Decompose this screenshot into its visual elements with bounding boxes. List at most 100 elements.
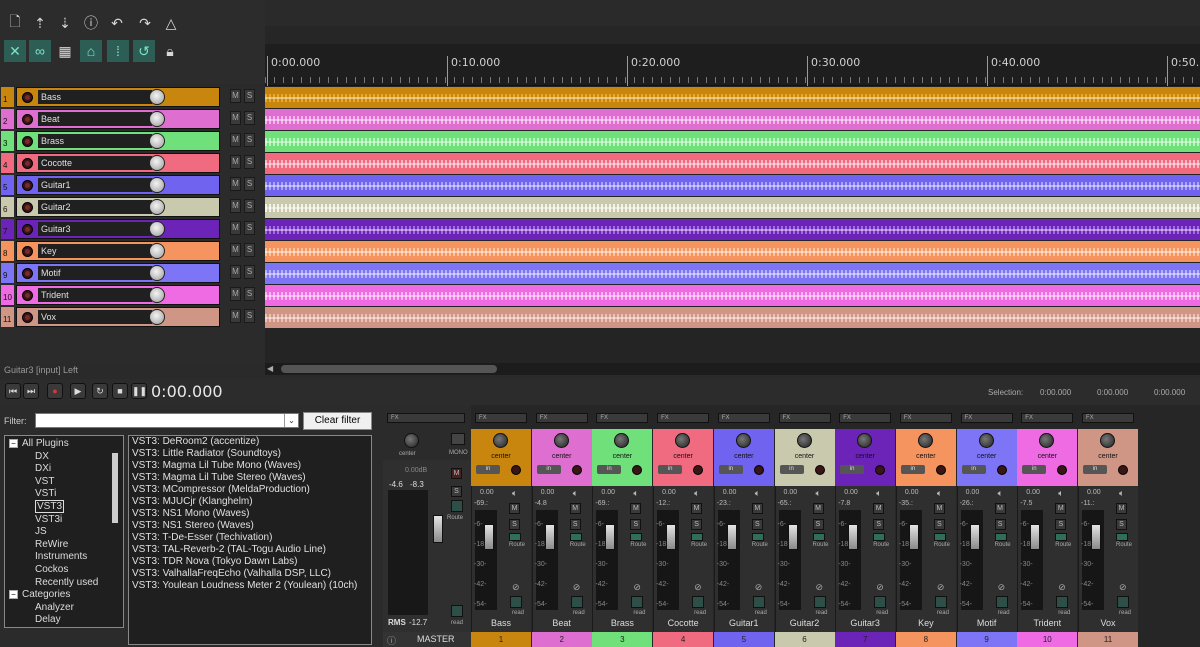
- track-name[interactable]: Guitar1: [38, 178, 152, 192]
- track-header[interactable]: 3 Brass M S: [0, 130, 265, 152]
- track-name-panel[interactable]: Brass: [16, 131, 220, 151]
- mute-button[interactable]: M: [933, 503, 945, 514]
- pan-knob[interactable]: [796, 433, 812, 448]
- automation-icon[interactable]: [692, 596, 705, 608]
- route-button[interactable]: Route: [1055, 542, 1071, 548]
- route-button[interactable]: Route: [630, 542, 646, 548]
- mute-button[interactable]: M: [230, 287, 241, 301]
- volume-knob[interactable]: [149, 265, 165, 281]
- strip-name[interactable]: Cocotte: [653, 615, 713, 631]
- automation-icon[interactable]: [510, 596, 522, 608]
- mute-button[interactable]: M: [230, 199, 241, 213]
- track-name-panel[interactable]: Cocotte: [16, 153, 220, 173]
- strip-name[interactable]: Motif: [957, 615, 1017, 631]
- pan-knob[interactable]: [857, 433, 873, 448]
- phase-icon[interactable]: ⊘: [816, 582, 824, 593]
- automation-icon[interactable]: [874, 596, 887, 608]
- solo-button[interactable]: S: [751, 519, 763, 530]
- record-arm-icon[interactable]: [1057, 465, 1068, 475]
- phase-icon[interactable]: ⊘: [1119, 582, 1127, 593]
- fx-button[interactable]: FX: [778, 413, 831, 423]
- strip-name[interactable]: Brass: [592, 615, 652, 631]
- solo-button[interactable]: S: [244, 265, 255, 279]
- go-to-start-icon[interactable]: ⏮: [5, 383, 21, 399]
- mute-button[interactable]: M: [751, 503, 763, 514]
- volume-knob[interactable]: [149, 177, 165, 193]
- volume-fader[interactable]: [1091, 524, 1101, 550]
- volume-fader[interactable]: [605, 524, 616, 550]
- master-pan-knob[interactable]: [404, 433, 419, 448]
- record-arm-icon[interactable]: [22, 114, 33, 125]
- volume-fader[interactable]: [726, 524, 737, 550]
- mute-button[interactable]: M: [812, 503, 824, 514]
- tree-item[interactable]: JS: [35, 526, 47, 537]
- download-icon[interactable]: ⇣: [54, 12, 76, 34]
- mute-button[interactable]: M: [230, 243, 241, 257]
- automation-icon[interactable]: [813, 596, 826, 608]
- track-header[interactable]: 1 Bass M S: [0, 86, 265, 108]
- solo-button[interactable]: S: [244, 177, 255, 191]
- go-to-end-icon[interactable]: ⏭: [23, 383, 39, 399]
- record-arm-icon[interactable]: [22, 136, 33, 147]
- volume-knob[interactable]: [149, 155, 165, 171]
- play-icon[interactable]: ▶: [70, 383, 86, 399]
- arrange-view[interactable]: [265, 86, 1200, 363]
- repeat-icon[interactable]: ↻: [92, 383, 108, 399]
- mute-button[interactable]: M: [230, 111, 241, 125]
- strip-name[interactable]: Key: [896, 615, 956, 631]
- plugin-item[interactable]: VST3: Little Radiator (Soundtoys): [129, 448, 371, 460]
- track-lane[interactable]: [265, 263, 1200, 284]
- track-header[interactable]: 11 Vox M S: [0, 306, 265, 328]
- record-arm-icon[interactable]: [22, 202, 33, 213]
- record-arm-icon[interactable]: [22, 246, 33, 257]
- record-arm-icon[interactable]: [996, 465, 1007, 475]
- track-header[interactable]: 8 Key M S: [0, 240, 265, 262]
- phase-icon[interactable]: ⊘: [755, 582, 763, 593]
- solo-button[interactable]: S: [244, 133, 255, 147]
- fx-button[interactable]: FX: [475, 413, 527, 423]
- mute-button[interactable]: M: [1116, 503, 1127, 514]
- automation-icon[interactable]: [995, 596, 1008, 608]
- pan-knob[interactable]: [553, 433, 569, 448]
- solo-button[interactable]: S: [812, 519, 824, 530]
- solo-button[interactable]: S: [244, 287, 255, 301]
- info-icon[interactable]: ⓘ: [80, 12, 102, 34]
- record-arm-icon[interactable]: [875, 465, 886, 475]
- automation-icon[interactable]: [631, 596, 644, 608]
- plugin-item[interactable]: VST3: TDR Nova (Tokyo Dawn Labs): [129, 556, 371, 568]
- stop-icon[interactable]: ■: [112, 383, 128, 399]
- strip-name[interactable]: Trident: [1017, 615, 1077, 631]
- route-button[interactable]: Route: [934, 542, 950, 548]
- fx-enable-icon[interactable]: [751, 533, 764, 541]
- volume-fader[interactable]: [908, 524, 919, 550]
- selection-start[interactable]: 0:00.000: [1040, 388, 1071, 397]
- track-lane[interactable]: [265, 153, 1200, 174]
- plugin-item[interactable]: VST3: DeRoom2 (accentize): [129, 436, 371, 448]
- track-header[interactable]: 5 Guitar1 M S: [0, 174, 265, 196]
- fx-button[interactable]: FX: [535, 413, 588, 423]
- pan-knob[interactable]: [917, 433, 933, 448]
- fx-enable-icon[interactable]: [691, 533, 704, 541]
- pan-knob[interactable]: [1039, 433, 1055, 448]
- track-name-panel[interactable]: Bass: [16, 87, 220, 107]
- plugin-item[interactable]: VST3: NS1 Stereo (Waves): [129, 520, 371, 532]
- record-arm-icon[interactable]: [632, 465, 643, 475]
- clear-filter-button[interactable]: Clear filter: [303, 412, 372, 430]
- plugin-item[interactable]: VST3: MCompressor (MeldaProduction): [129, 484, 371, 496]
- selection-length[interactable]: 0:00.000: [1154, 388, 1185, 397]
- solo-button[interactable]: S: [1116, 519, 1127, 530]
- plugin-item[interactable]: VST3: T-De-Esser (Techivation): [129, 532, 371, 544]
- fx-enable-icon[interactable]: [509, 533, 521, 541]
- volume-fader[interactable]: [848, 524, 859, 550]
- speaker-icon[interactable]: 🔈︎: [633, 488, 638, 499]
- solo-button[interactable]: S: [569, 519, 581, 530]
- track-name[interactable]: Vox: [38, 310, 152, 324]
- redo-icon[interactable]: ↷: [134, 12, 156, 34]
- volume-fader[interactable]: [666, 524, 677, 550]
- snap-icon[interactable]: ⌂: [80, 40, 102, 62]
- plugin-item[interactable]: VST3: Magma Lil Tube Stereo (Waves): [129, 472, 371, 484]
- speaker-icon[interactable]: 🔈︎: [1058, 488, 1063, 499]
- track-name-panel[interactable]: Guitar1: [16, 175, 220, 195]
- timeline-ruler[interactable]: 0:00.000 0:10.000 0:20.000 0:30.000 0:40.000…: [265, 44, 1200, 86]
- record-arm-icon[interactable]: [22, 92, 33, 103]
